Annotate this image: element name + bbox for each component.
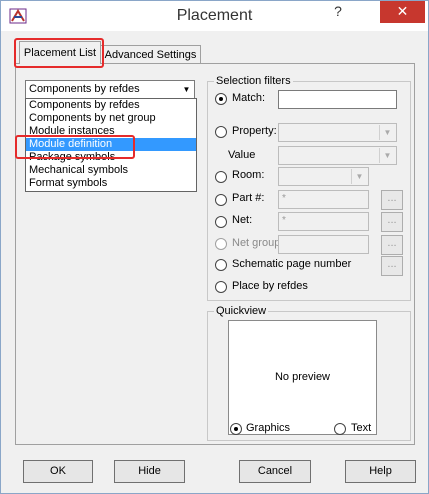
part-input[interactable]: * — [278, 190, 369, 209]
net-label: Net: — [232, 214, 253, 226]
part-label: Part #: — [232, 192, 265, 204]
place-by-refdes-label: Place by refdes — [232, 280, 308, 292]
match-radio[interactable] — [215, 93, 227, 105]
property-label: Property: — [232, 125, 277, 137]
chevron-down-icon[interactable]: ▼ — [179, 81, 194, 98]
tab-advanced-settings[interactable]: Advanced Settings — [100, 45, 201, 64]
net-radio[interactable] — [215, 216, 227, 228]
match-label: Match: — [232, 92, 266, 104]
chevron-down-icon: ▼ — [351, 169, 367, 184]
help-icon[interactable]: ? — [323, 1, 353, 23]
cancel-button[interactable]: Cancel — [239, 460, 311, 483]
tab-annotation-box — [14, 38, 104, 68]
net-group-radio[interactable] — [215, 238, 227, 250]
net-group-browse-button[interactable]: ... — [381, 235, 403, 255]
part-value: * — [282, 193, 286, 204]
window-title: Placement — [176, 7, 253, 24]
chevron-down-icon: ▼ — [379, 148, 395, 163]
option-components-by-net-group[interactable]: Components by net group — [26, 112, 196, 125]
help-button[interactable]: Help — [345, 460, 416, 483]
placement-dialog: Placement ? ✕ Placement List Advanced Se… — [0, 0, 429, 494]
option-mechanical-symbols[interactable]: Mechanical symbols — [26, 164, 196, 177]
list-type-select[interactable]: Components by refdes ▼ — [25, 80, 195, 99]
net-group-input[interactable] — [278, 235, 369, 254]
chevron-down-icon: ▼ — [379, 125, 395, 140]
room-select[interactable]: ▼ — [278, 167, 369, 186]
option-format-symbols[interactable]: Format symbols — [26, 177, 196, 190]
place-by-refdes-radio[interactable] — [215, 281, 227, 293]
net-group-label: Net group — [232, 237, 281, 249]
match-input[interactable] — [278, 90, 397, 109]
room-label: Room: — [232, 169, 265, 181]
selection-filters-title: Selection filters — [214, 75, 293, 87]
value-label: Value — [228, 149, 256, 161]
schematic-radio[interactable] — [215, 259, 227, 271]
value-select[interactable]: ▼ — [278, 146, 397, 165]
property-radio[interactable] — [215, 126, 227, 138]
quickview-title: Quickview — [214, 305, 269, 317]
part-radio[interactable] — [215, 194, 227, 206]
schematic-label: Schematic page number — [232, 258, 352, 270]
schematic-browse-button[interactable]: ... — [381, 256, 403, 276]
graphics-label: Graphics — [246, 422, 291, 434]
part-browse-button[interactable]: ... — [381, 190, 403, 210]
net-browse-button[interactable]: ... — [381, 212, 403, 232]
net-value: * — [282, 215, 286, 226]
hide-button[interactable]: Hide — [114, 460, 185, 483]
room-radio[interactable] — [215, 171, 227, 183]
option-annotation-box — [15, 135, 135, 159]
close-button[interactable]: ✕ — [380, 1, 425, 23]
list-type-value: Components by refdes — [29, 83, 140, 95]
preview-area: No preview — [228, 320, 377, 435]
net-input[interactable]: * — [278, 212, 369, 231]
text-label: Text — [351, 422, 372, 434]
property-select[interactable]: ▼ — [278, 123, 397, 142]
option-components-by-refdes[interactable]: Components by refdes — [26, 99, 196, 112]
text-radio[interactable] — [334, 423, 346, 435]
ok-button[interactable]: OK — [23, 460, 93, 483]
title-bar: Placement ? ✕ — [1, 1, 428, 31]
graphics-radio[interactable] — [230, 423, 242, 435]
